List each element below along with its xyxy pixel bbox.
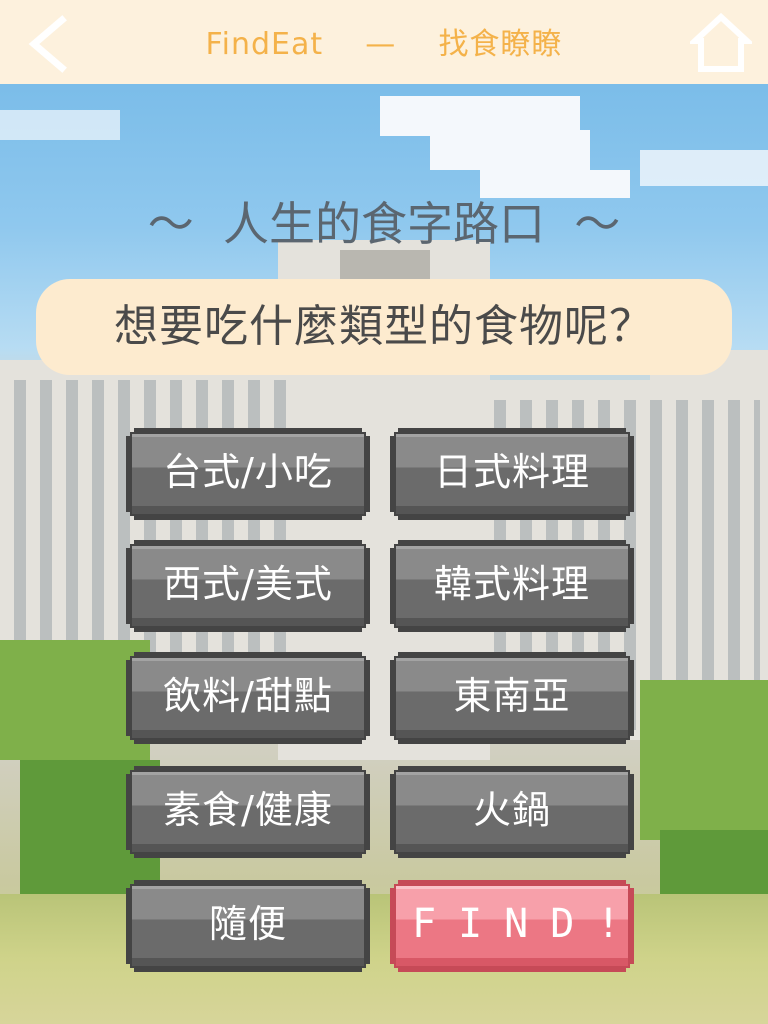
category-korean-button[interactable]: 韓式料理 — [390, 540, 634, 632]
category-label: 東南亞 — [453, 674, 571, 718]
category-vegetarian-button[interactable]: 素食/健康 — [126, 766, 370, 858]
category-any-button[interactable]: 隨便 — [126, 880, 370, 972]
category-japanese-button[interactable]: 日式料理 — [390, 428, 634, 520]
home-icon — [687, 12, 755, 72]
category-label: 台式/小吃 — [163, 450, 333, 494]
category-label: 西式/美式 — [163, 562, 333, 606]
home-button[interactable] — [687, 12, 755, 74]
category-southeast-asian-button[interactable]: 東南亞 — [390, 652, 634, 744]
question-bubble: 想要吃什麼類型的食物呢？ — [36, 279, 732, 375]
campus-background-image — [0, 0, 768, 1024]
app-header: FindEat — 找食瞭瞭 — [0, 0, 768, 84]
category-label: 飲料/甜點 — [163, 674, 333, 718]
category-taiwanese-button[interactable]: 台式/小吃 — [126, 428, 370, 520]
category-hotpot-button[interactable]: 火鍋 — [390, 766, 634, 858]
crossroad-subtitle: ～ 人生的食字路口 ～ — [147, 197, 621, 251]
app-subtitle: 找食瞭瞭 — [438, 27, 563, 62]
category-label: 日式料理 — [433, 450, 590, 494]
category-label: 韓式料理 — [433, 562, 590, 606]
question-text: 想要吃什麼類型的食物呢？ — [114, 301, 654, 352]
find-label: FIND! — [412, 901, 643, 947]
title-separator: — — [365, 27, 397, 62]
category-label: 素食/健康 — [163, 788, 333, 832]
category-drinks-desserts-button[interactable]: 飲料/甜點 — [126, 652, 370, 744]
category-label: 隨便 — [208, 902, 287, 946]
category-label: 火鍋 — [472, 788, 551, 832]
find-button[interactable]: FIND! — [390, 880, 634, 972]
category-western-button[interactable]: 西式/美式 — [126, 540, 370, 632]
app-title: FindEat — 找食瞭瞭 — [0, 0, 768, 84]
app-name: FindEat — [205, 27, 324, 62]
